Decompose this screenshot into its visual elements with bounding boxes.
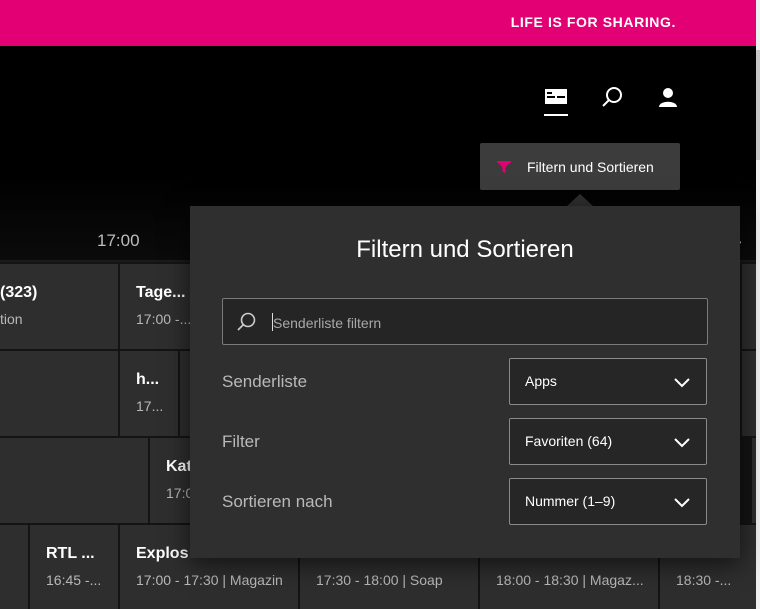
filter-sort-button-label: Filtern und Sortieren: [527, 158, 654, 175]
tv-guide-active-indicator: [544, 114, 568, 116]
program-title: Explos: [136, 545, 189, 562]
program-title: Kat: [166, 458, 192, 475]
program-time: 17...: [136, 398, 164, 414]
tv-guide-icon[interactable]: [543, 84, 569, 110]
program-time: tion: [0, 311, 23, 327]
program-title: h...: [136, 371, 160, 388]
timeline-time: 17:00: [97, 231, 140, 250]
program-cell[interactable]: [752, 438, 756, 523]
scrollbar-thumb[interactable]: [756, 50, 760, 160]
search-icon: [237, 312, 256, 331]
senderliste-label: Senderliste: [222, 372, 308, 391]
program-time: 18:30 -...: [676, 572, 732, 588]
search-icon[interactable]: [599, 84, 625, 110]
program-title: (323): [0, 284, 38, 301]
program-cell[interactable]: [0, 525, 28, 609]
brand-bar: LIFE IS FOR SHARING.: [0, 0, 756, 46]
program-cell[interactable]: (323) tion: [0, 264, 118, 349]
channel-filter-input[interactable]: [271, 299, 695, 346]
program-cell[interactable]: [742, 264, 756, 349]
program-time: 18:00 - 18:30 | Magaz...: [496, 572, 644, 588]
sort-select[interactable]: Nummer (1–9): [509, 478, 707, 525]
senderliste-value: Apps: [525, 373, 557, 389]
panel-title: Filtern und Sortieren: [356, 236, 574, 263]
sort-label: Sortieren nach: [222, 492, 333, 511]
senderliste-select[interactable]: Apps: [509, 358, 707, 405]
program-cell[interactable]: [0, 351, 118, 436]
channel-filter-search[interactable]: [222, 298, 708, 346]
program-cell[interactable]: [742, 351, 756, 436]
page-scrollbar[interactable]: [756, 0, 760, 609]
sort-value: Nummer (1–9): [525, 493, 616, 509]
program-time: 16:45 -...: [46, 572, 102, 588]
filter-label: Filter: [222, 432, 260, 451]
filter-sort-panel: Filtern und Sortieren Senderliste Apps F…: [190, 206, 740, 558]
filter-select[interactable]: Favoriten (64): [509, 418, 707, 465]
brand-slogan: LIFE IS FOR SHARING.: [510, 14, 676, 30]
program-cell[interactable]: [0, 438, 148, 523]
program-time: 17:00 -...: [136, 311, 192, 327]
program-title: Tage...: [136, 284, 186, 301]
program-cell[interactable]: h... 17...: [120, 351, 178, 436]
program-time: 17:30 - 18:00 | Soap: [316, 572, 443, 588]
program-time: 17:00 - 17:30 | Magazin: [136, 572, 283, 588]
chevron-down-icon: [674, 438, 690, 448]
program-cell[interactable]: RTL ... 16:45 -...: [30, 525, 118, 609]
chevron-down-icon: [674, 498, 690, 508]
filter-value: Favoriten (64): [525, 433, 613, 449]
user-icon[interactable]: [655, 84, 681, 110]
filter-sort-button[interactable]: Filtern und Sortieren: [480, 143, 680, 190]
chevron-down-icon: [674, 378, 690, 388]
program-title: RTL ...: [46, 545, 95, 562]
filter-icon: [497, 160, 511, 173]
